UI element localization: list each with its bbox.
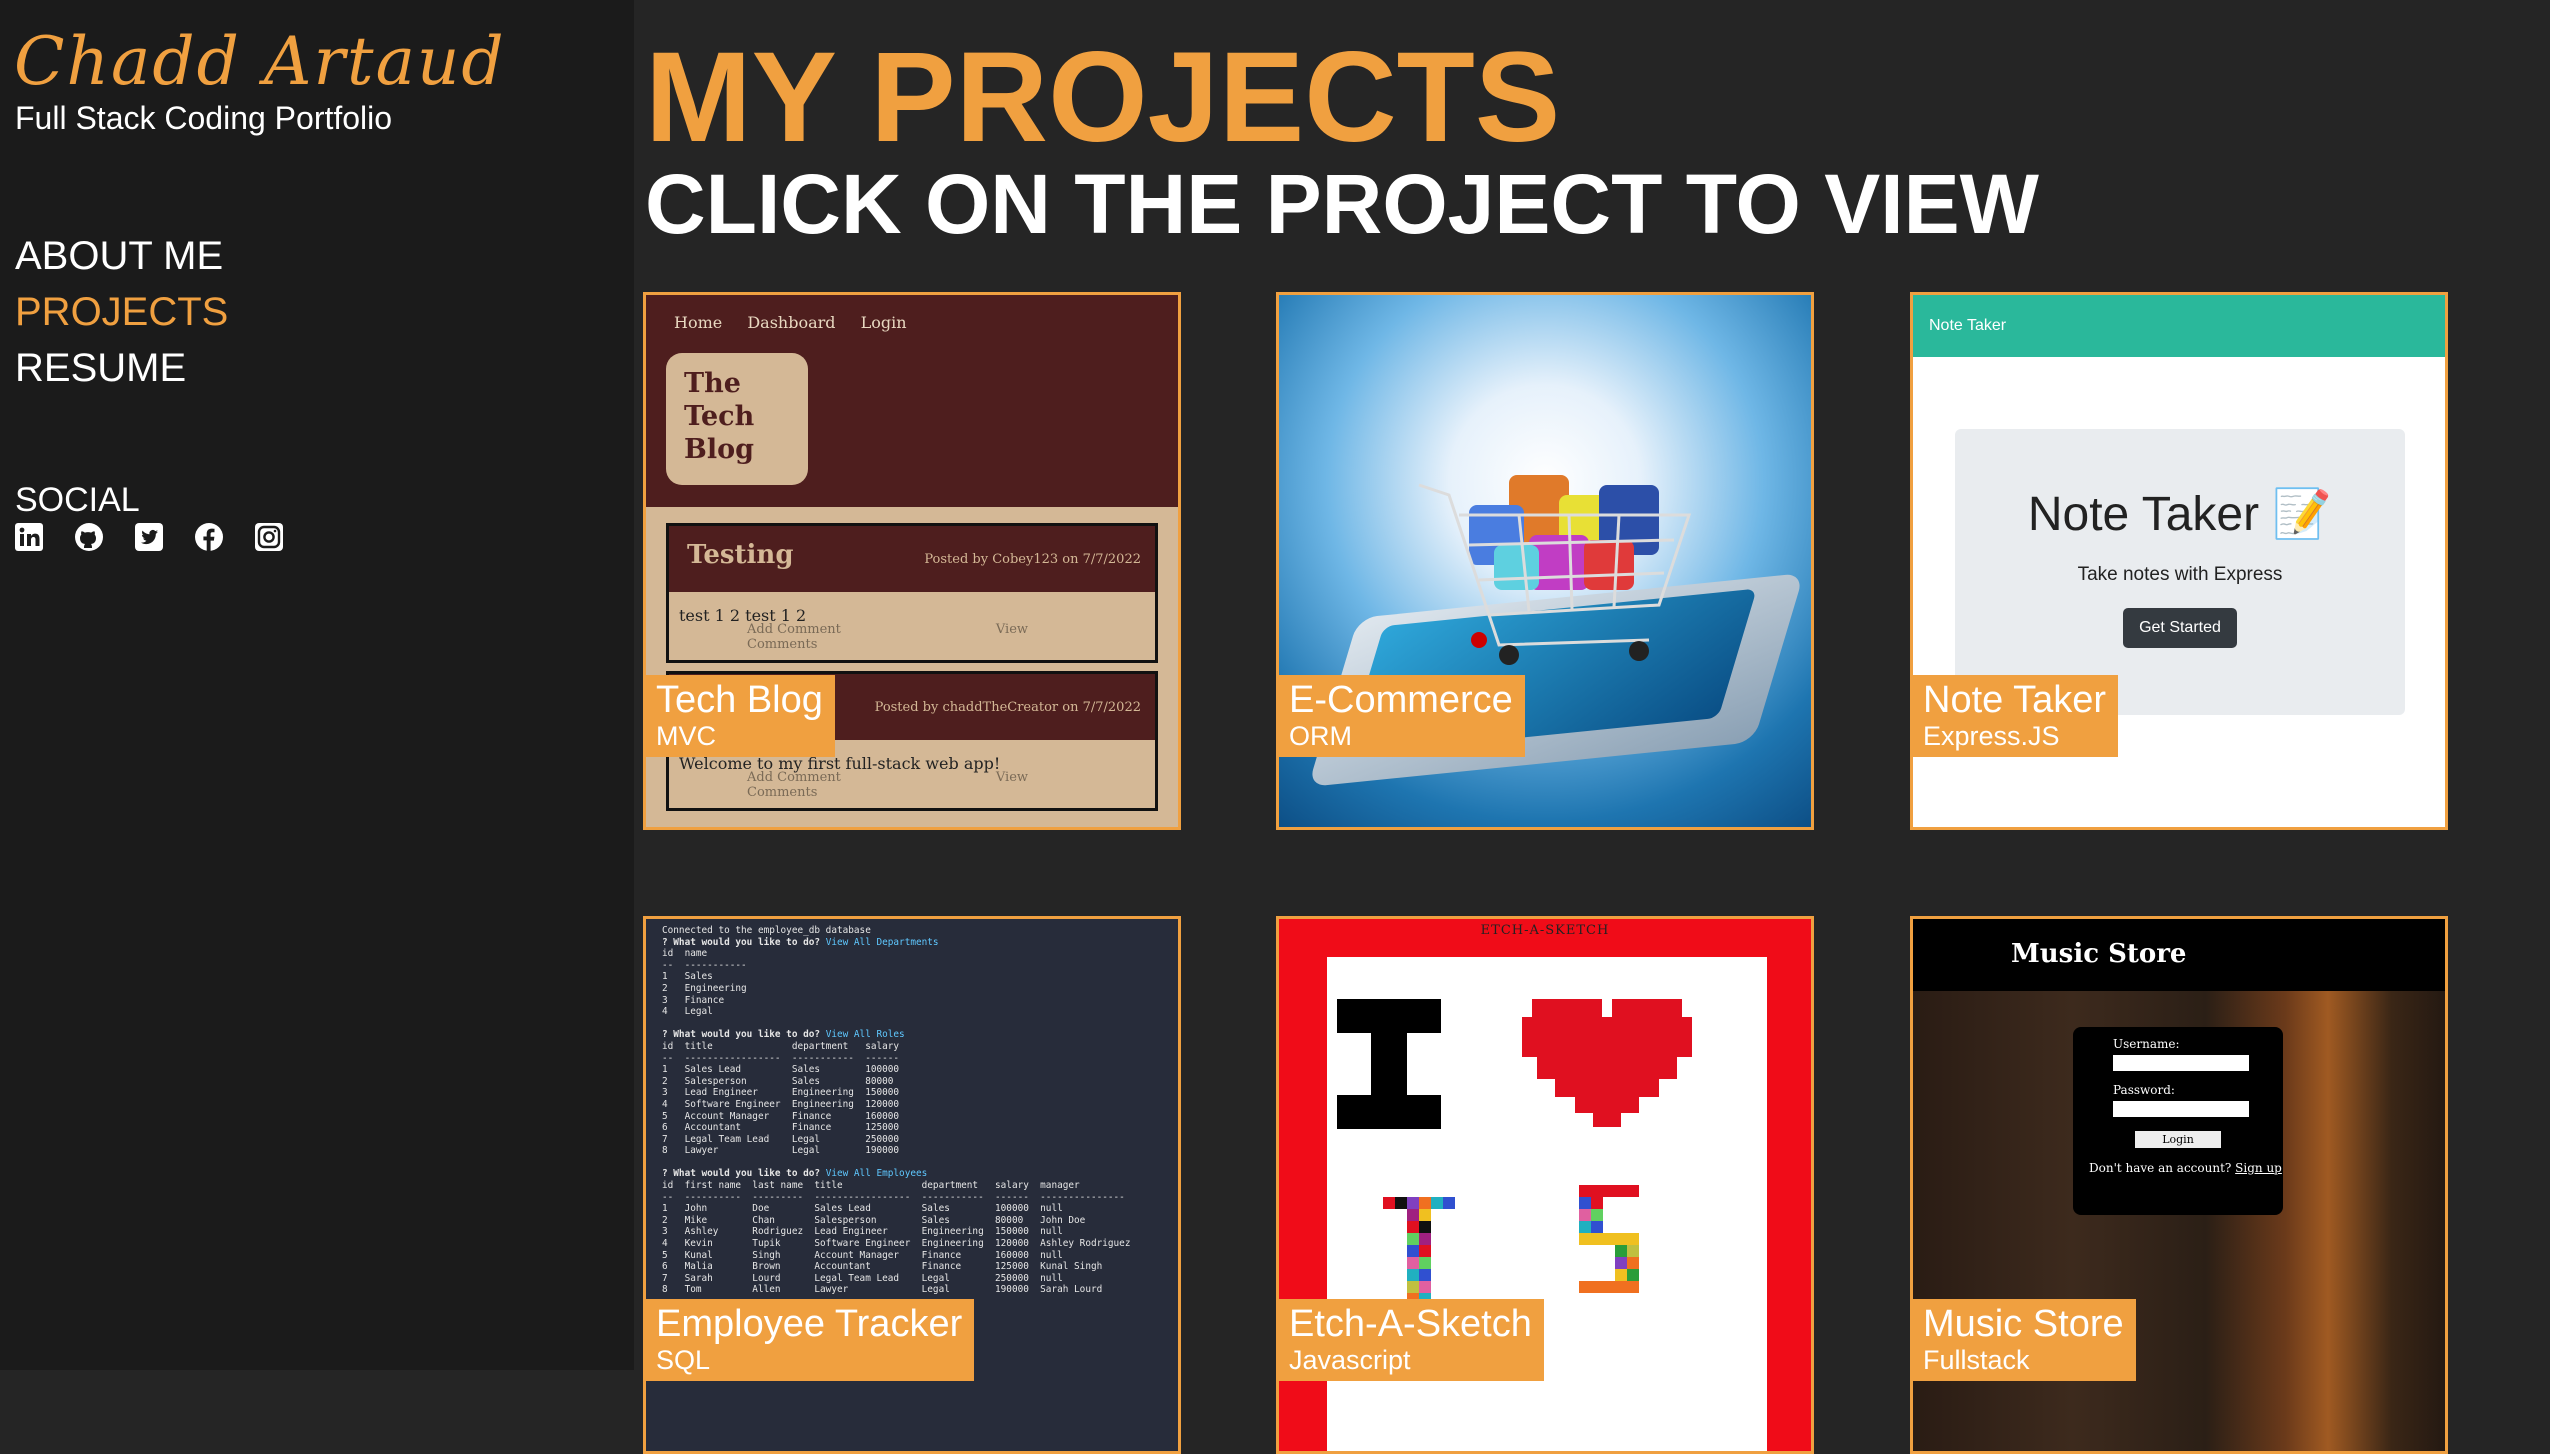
- pixel: [1407, 1245, 1419, 1257]
- project-title: Employee Tracker: [656, 1303, 963, 1345]
- pixel: [1431, 1197, 1443, 1209]
- pixel: [1579, 1197, 1591, 1209]
- pixel: [1407, 1197, 1419, 1209]
- pixel: [1383, 1197, 1395, 1209]
- preview-post: Testing Posted by Cobey123 on 7/7/2022 t…: [666, 523, 1158, 663]
- preview-logo: The Tech Blog: [666, 353, 808, 485]
- pixel: [1591, 1185, 1603, 1197]
- page-subtitle: CLICK ON THE PROJECT TO VIEW: [645, 157, 2039, 251]
- pixel: [1579, 1221, 1591, 1233]
- project-card-music-store[interactable]: Music Store Username: Password: Login Do…: [1910, 916, 2448, 1454]
- pixel: [1627, 1185, 1639, 1197]
- pixel: [1579, 1185, 1591, 1197]
- pixel: [1407, 1257, 1419, 1269]
- project-label: E-Commerce ORM: [1279, 675, 1525, 757]
- project-title: E-Commerce: [1289, 679, 1513, 721]
- pixel: [1419, 1281, 1431, 1293]
- pixel: [1407, 1233, 1419, 1245]
- pixel: [1591, 1221, 1603, 1233]
- project-tech: Fullstack: [1923, 1345, 2030, 1375]
- pixel: [1419, 1269, 1431, 1281]
- pixel: [1615, 1233, 1627, 1245]
- project-title: Music Store: [1923, 1303, 2124, 1345]
- project-title: Etch-A-Sketch: [1289, 1303, 1532, 1345]
- nav-projects[interactable]: PROJECTS: [15, 284, 228, 340]
- pixel: [1627, 1257, 1639, 1269]
- sidebar: Chadd Artaud Full Stack Coding Portfolio…: [0, 0, 634, 1370]
- project-card-e-commerce[interactable]: E-Commerce ORM: [1276, 292, 1814, 830]
- pixel: [1627, 1245, 1639, 1257]
- project-card-employee-tracker[interactable]: Connected to the employee_db database? W…: [643, 916, 1181, 1454]
- pixel: [1443, 1197, 1455, 1209]
- pixel: [1579, 1209, 1591, 1221]
- pixel: [1579, 1233, 1591, 1245]
- pixel: [1419, 1221, 1431, 1233]
- twitter-icon[interactable]: [134, 522, 164, 552]
- project-card-etch-a-sketch[interactable]: ETCH-A-SKETCH Etch-A-Sketch Javascript: [1276, 916, 1814, 1454]
- project-label: Employee Tracker SQL: [646, 1299, 975, 1381]
- pixel: [1407, 1221, 1419, 1233]
- pixel: [1591, 1209, 1603, 1221]
- pixel: [1615, 1185, 1627, 1197]
- shopping-cart-icon: [1418, 475, 1692, 665]
- pixel: [1395, 1197, 1407, 1209]
- social-title: SOCIAL: [15, 481, 140, 519]
- pixel: [1615, 1269, 1627, 1281]
- project-title: Note Taker: [1923, 679, 2107, 721]
- project-label: Note Taker Express.JS: [1913, 675, 2119, 757]
- terminal-output: Connected to the employee_db database? W…: [662, 925, 1131, 1296]
- pixel: [1419, 1245, 1431, 1257]
- pixel: [1603, 1233, 1615, 1245]
- pixel: [1627, 1281, 1639, 1293]
- main-nav: ABOUT ME PROJECTS RESUME: [15, 228, 228, 396]
- pixel: [1615, 1281, 1627, 1293]
- pixel: [1579, 1281, 1591, 1293]
- project-title: Tech Blog: [656, 679, 823, 721]
- pixel: [1407, 1209, 1419, 1221]
- brand-tagline: Full Stack Coding Portfolio: [15, 100, 393, 136]
- project-label: Tech Blog MVC: [646, 675, 835, 757]
- brand-name: Chadd Artaud: [14, 23, 506, 100]
- pixel: [1419, 1209, 1431, 1221]
- project-label: Etch-A-Sketch Javascript: [1279, 1299, 1544, 1381]
- pixel: [1591, 1197, 1603, 1209]
- project-tech: MVC: [656, 721, 716, 751]
- pixel: [1615, 1245, 1627, 1257]
- pixel: [1627, 1233, 1639, 1245]
- pixel: [1615, 1257, 1627, 1269]
- page-title: MY PROJECTS: [645, 26, 1561, 169]
- social-links: [14, 522, 284, 552]
- project-card-note-taker[interactable]: Note Taker Note Taker 📝 Take notes with …: [1910, 292, 2448, 830]
- pixel: [1419, 1257, 1431, 1269]
- preview-nav: Home Dashboard Login: [674, 313, 907, 332]
- project-tech: Express.JS: [1923, 721, 2060, 751]
- pixel: [1627, 1269, 1639, 1281]
- pixel: [1407, 1269, 1419, 1281]
- pixel: [1603, 1185, 1615, 1197]
- pixel: [1407, 1281, 1419, 1293]
- facebook-icon[interactable]: [194, 522, 224, 552]
- project-tech: Javascript: [1289, 1345, 1411, 1375]
- pixel: [1419, 1233, 1431, 1245]
- nav-resume[interactable]: RESUME: [15, 340, 228, 396]
- project-tech: ORM: [1289, 721, 1352, 751]
- project-card-tech-blog[interactable]: Home Dashboard Login The Tech Blog Testi…: [643, 292, 1181, 830]
- nav-about-me[interactable]: ABOUT ME: [15, 228, 228, 284]
- project-label: Music Store Fullstack: [1913, 1299, 2136, 1381]
- pixel: [1603, 1281, 1615, 1293]
- linkedin-icon[interactable]: [14, 522, 44, 552]
- instagram-icon[interactable]: [254, 522, 284, 552]
- project-tech: SQL: [656, 1345, 711, 1375]
- pixel: [1419, 1197, 1431, 1209]
- pixel: [1591, 1281, 1603, 1293]
- github-icon[interactable]: [74, 522, 104, 552]
- pixel: [1591, 1233, 1603, 1245]
